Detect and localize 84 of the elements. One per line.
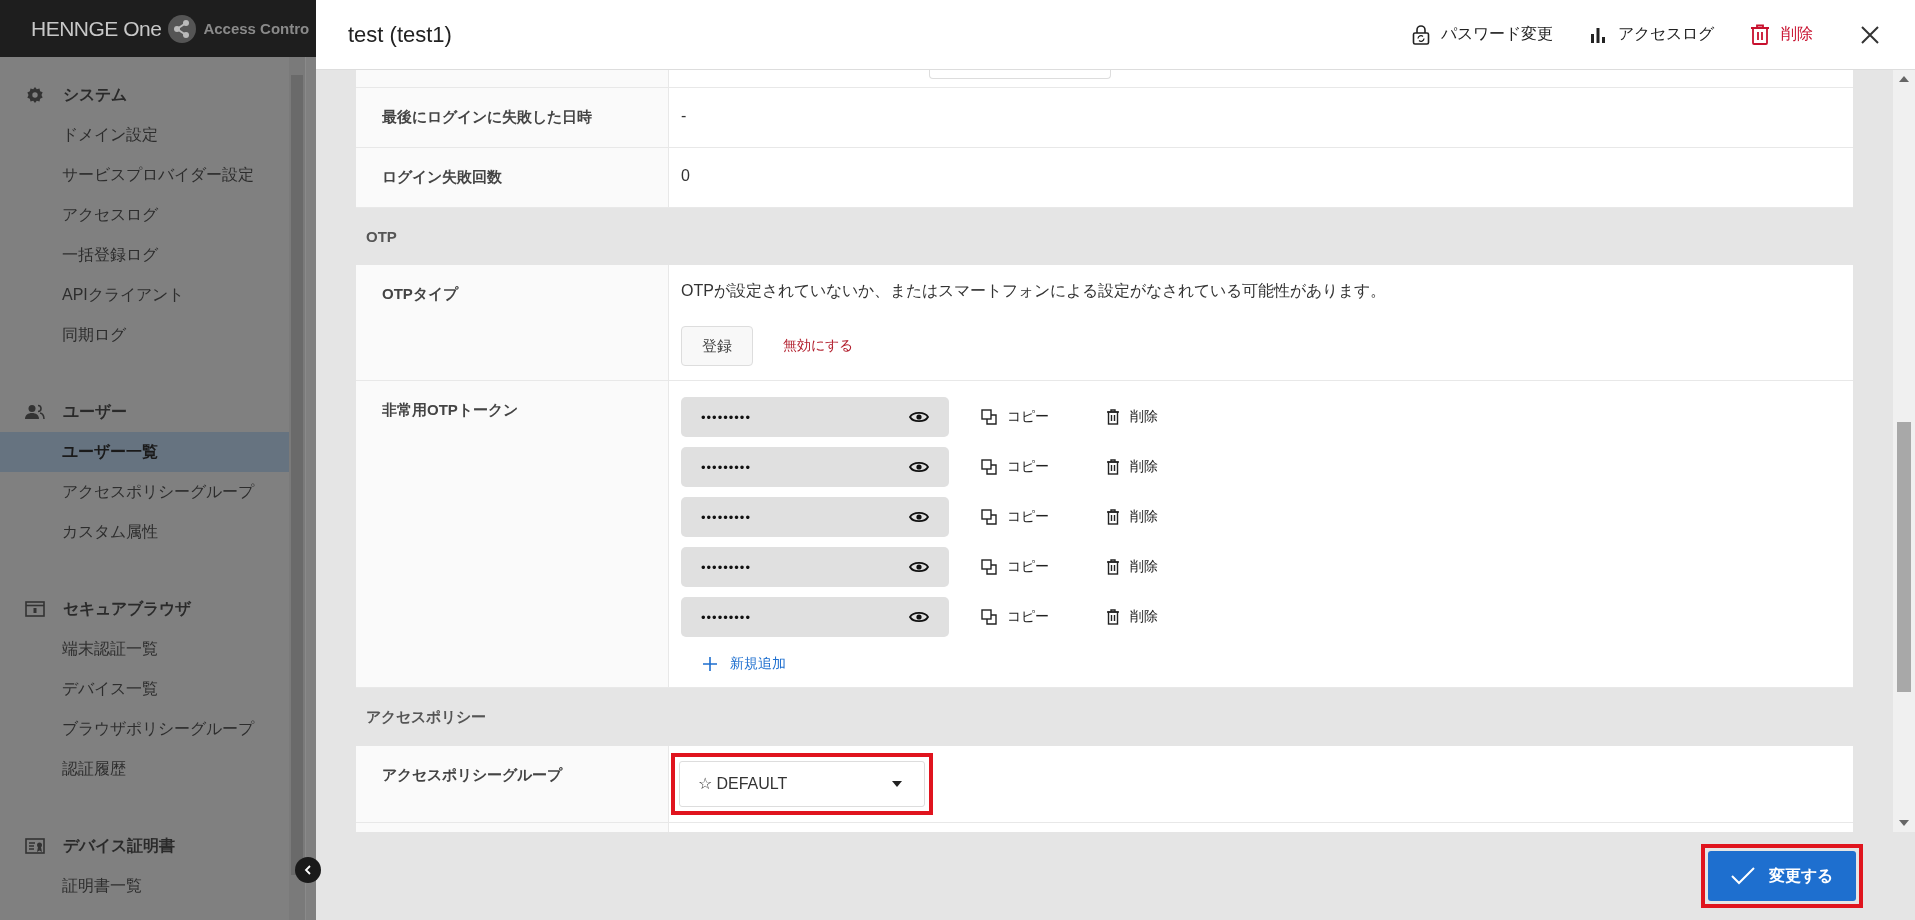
disable-link[interactable]: 無効にする	[783, 337, 853, 356]
delete-button[interactable]: 削除	[1106, 408, 1199, 427]
drawer-title: test (test1)	[348, 21, 453, 48]
nav-item[interactable]: ユーザー一覧	[0, 432, 289, 472]
trash-icon	[1750, 23, 1770, 46]
trash-icon	[1106, 559, 1120, 576]
token-field[interactable]: •••••••••	[681, 547, 949, 588]
nav-item[interactable]: ドメイン設定	[0, 115, 289, 155]
nav-item[interactable]: 認証履歴	[0, 749, 289, 789]
chevron-icon	[302, 864, 314, 876]
nav-item[interactable]: 一括登録ログ	[0, 235, 289, 275]
scrollbar[interactable]	[289, 57, 305, 920]
access-log-button[interactable]: アクセスログ	[1589, 23, 1714, 46]
nav-item[interactable]: アクセスログ	[0, 195, 289, 235]
otp-type-text: OTPが設定されていないか、またはスマートフォンによる設定がなされている可能性があります。	[681, 281, 1386, 302]
delete-button[interactable]: 削除	[1106, 558, 1199, 577]
token-field[interactable]: •••••••••	[681, 447, 949, 488]
copy-icon	[981, 559, 997, 576]
people-icon	[25, 404, 45, 420]
nav-item[interactable]: 証明書一覧	[0, 866, 289, 906]
section-title: システム	[63, 84, 127, 105]
caret-icon	[892, 780, 902, 787]
delete-button[interactable]: 削除	[1750, 23, 1813, 46]
copy-icon	[981, 609, 997, 626]
delete-button[interactable]: 削除	[1106, 458, 1199, 477]
copy-button[interactable]: コピー	[981, 558, 1074, 577]
add-token-button[interactable]: 新規追加	[681, 655, 786, 674]
share-icon	[167, 13, 198, 44]
delete-button[interactable]: 削除	[1106, 608, 1199, 627]
delete-button[interactable]: 削除	[1106, 508, 1199, 527]
token-field[interactable]: •••••••••	[681, 497, 949, 538]
nav-item[interactable]: デバイス一覧	[0, 669, 289, 709]
copy-button[interactable]: コピー	[981, 608, 1074, 627]
show-password-icon[interactable]	[909, 410, 929, 425]
show-password-icon[interactable]	[909, 510, 929, 525]
bar-chart-icon	[1589, 25, 1607, 44]
token-field[interactable]: •••••••••	[681, 397, 949, 438]
trash-icon	[1106, 459, 1120, 476]
show-password-icon[interactable]	[909, 610, 929, 625]
submit-button[interactable]: 変更する	[1708, 851, 1856, 901]
copy-button[interactable]: コピー	[981, 458, 1074, 477]
field-label: 最後にログインに失敗した日時	[382, 108, 592, 125]
lock-icon	[1412, 24, 1430, 45]
nav-item[interactable]: APIクライアント	[0, 275, 289, 315]
browser-window-icon	[25, 601, 45, 617]
trash-icon	[1106, 409, 1120, 426]
field-label: ログイン失敗回数	[382, 168, 502, 185]
token-field[interactable]: •••••••••	[681, 597, 949, 638]
check-icon	[1731, 867, 1755, 885]
copy-icon	[981, 509, 997, 526]
field-value: 0	[681, 167, 690, 185]
certificate-icon	[25, 838, 45, 854]
field-value: -	[681, 107, 687, 125]
nav-item[interactable]: 端末認証一覧	[0, 629, 289, 669]
copy-icon	[981, 409, 997, 426]
nav-item[interactable]: アクセスポリシーグループ	[0, 472, 289, 512]
copy-icon	[981, 459, 997, 476]
trash-icon	[1106, 509, 1120, 526]
section-title: デバイス証明書	[63, 835, 175, 856]
show-password-icon[interactable]	[909, 460, 929, 475]
password-change-button[interactable]: パスワード変更	[1412, 23, 1553, 46]
plus-icon	[703, 657, 717, 672]
copy-button[interactable]: コピー	[981, 508, 1074, 527]
field-label: 非常用OTPトークン	[382, 401, 518, 419]
section-title: OTP	[365, 227, 398, 248]
policy-group-dropdown[interactable]: ☆ DEFAULT	[679, 760, 925, 807]
nav-item[interactable]: サービスプロバイダー設定	[0, 155, 289, 195]
scrollbar[interactable]	[1893, 70, 1915, 832]
logo: HENNGE One	[31, 16, 162, 41]
field-label: OTPタイプ	[382, 285, 458, 303]
copy-button[interactable]: コピー	[981, 408, 1074, 427]
register-button[interactable]: 登録	[681, 326, 753, 367]
product-name: Access Contro	[203, 20, 310, 37]
section-title: ユーザー	[63, 401, 127, 422]
show-password-icon[interactable]	[909, 560, 929, 575]
nav-item[interactable]: ブラウザポリシーグループ	[0, 709, 289, 749]
nav-item[interactable]: 同期ログ	[0, 315, 289, 355]
section-title: セキュアブラウザ	[63, 598, 191, 619]
section-title: アクセスポリシー	[365, 706, 487, 727]
gear-icon	[25, 86, 45, 104]
nav-item[interactable]: カスタム属性	[0, 512, 289, 552]
close-button[interactable]	[1859, 23, 1881, 46]
trash-icon	[1106, 609, 1120, 626]
field-label: アクセスポリシーグループ	[382, 765, 562, 783]
